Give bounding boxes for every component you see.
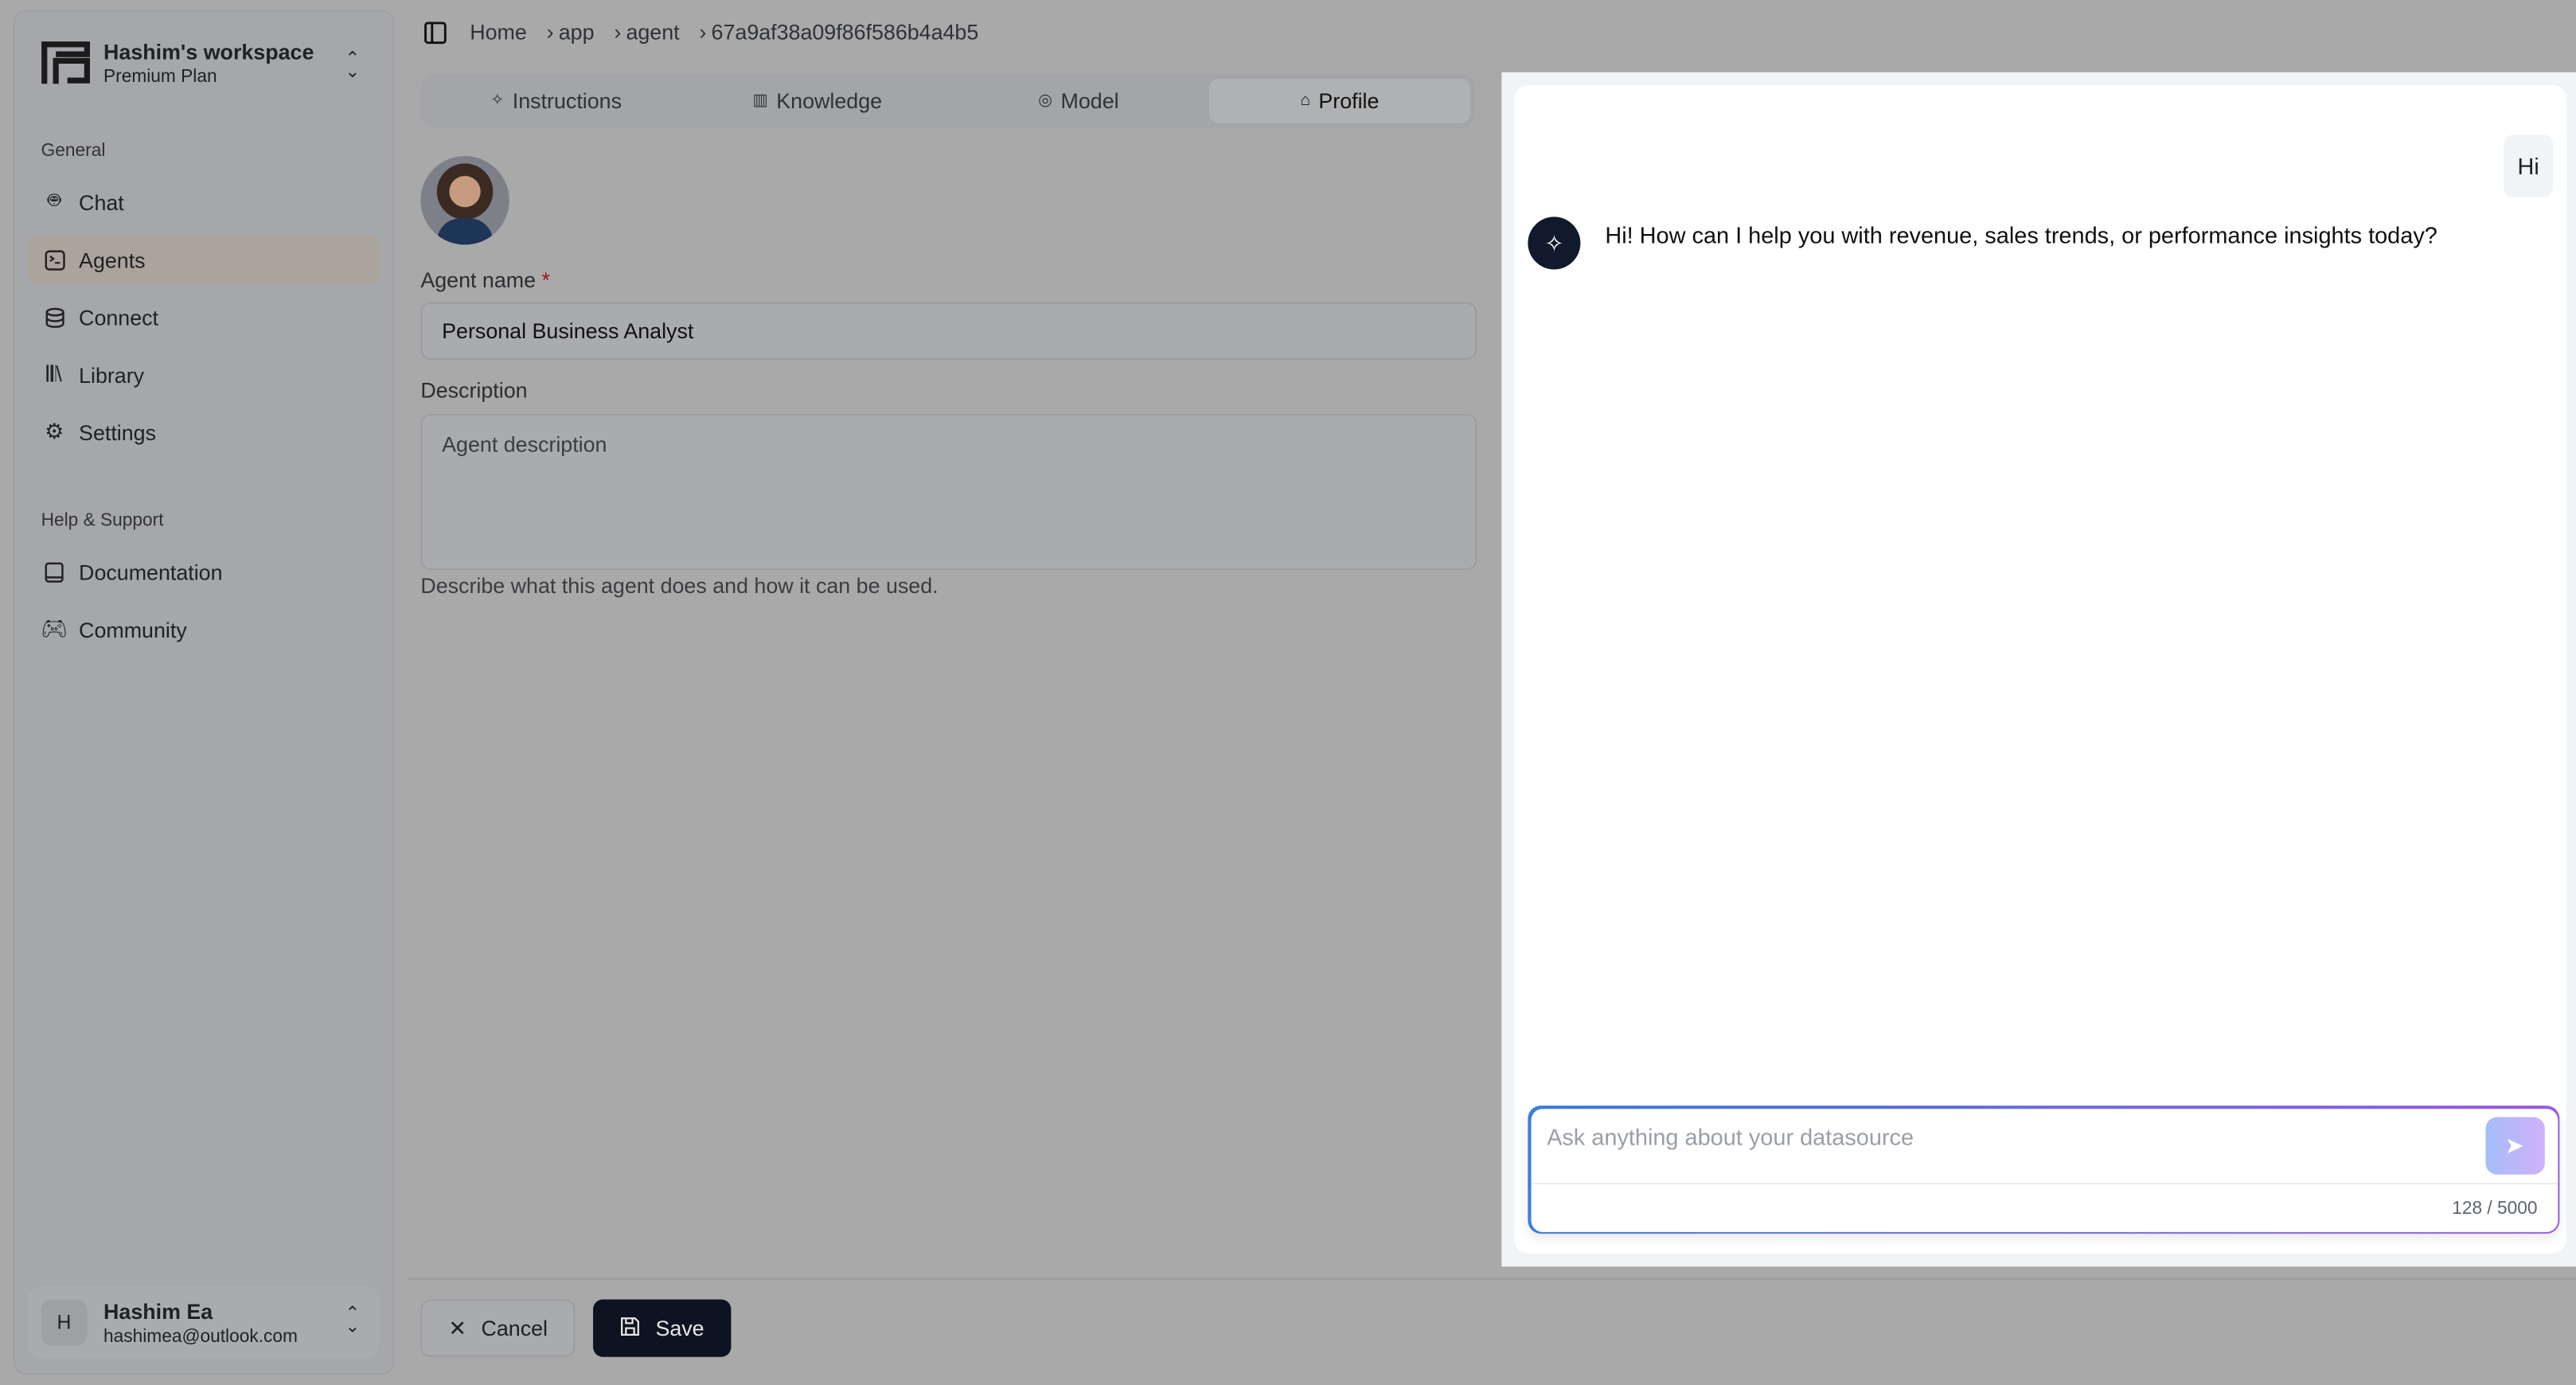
description-textarea[interactable]: Agent description	[420, 414, 1477, 571]
section-general: General	[41, 141, 106, 162]
save-icon	[619, 1315, 641, 1341]
send-button[interactable]: ➤	[2484, 1116, 2544, 1174]
workspace-name: Hashim's workspace	[103, 38, 314, 64]
tab-profile[interactable]: ⌂ Profile	[1208, 79, 1471, 123]
tab-label: Instructions	[512, 88, 623, 114]
description-label: Description	[420, 377, 528, 403]
tab-label: Profile	[1318, 88, 1380, 114]
database-icon	[43, 306, 66, 329]
agent-avatar-image[interactable]	[420, 156, 509, 245]
sidebar-item-connect[interactable]: Connect	[28, 292, 380, 341]
breadcrumb: Home › app › agent › 67a9af38a09f86f586b4a4…	[423, 20, 998, 45]
sidebar-item-library[interactable]: 𝄃𝄃\ Library	[28, 350, 380, 400]
tab-instructions[interactable]: ✧ Instructions	[426, 79, 687, 123]
chevrons-up-down-icon[interactable]: ⌃ ⌄	[345, 50, 360, 81]
breadcrumb-agent[interactable]: agent	[626, 20, 679, 45]
sidebar-item-chat[interactable]: 🤖︎ Chat	[28, 178, 380, 227]
user-name: Hashim Ea	[103, 1298, 213, 1324]
assistant-message: Hi! How can I help you with revenue, sal…	[1605, 221, 2437, 248]
required-mark: *	[541, 267, 550, 293]
sidebar-item-settings[interactable]: ⚙ Settings	[28, 408, 380, 457]
workspace-plan: Premium Plan	[103, 66, 217, 87]
sidebar-item-documentation[interactable]: Documentation	[28, 547, 380, 596]
tab-model[interactable]: ◎ Model	[948, 79, 1209, 123]
chat-input[interactable]	[1543, 1121, 2470, 1151]
breadcrumb-id: 67a9af38a09f86f586b4a4b5	[711, 19, 979, 45]
sparkles-icon: ✧	[490, 92, 505, 111]
description-hint: Describe what this agent does and how it…	[420, 573, 939, 599]
user-message: Hi	[2504, 135, 2554, 197]
model-icon: ◎	[1038, 92, 1053, 111]
tab-label: Knowledge	[776, 88, 883, 114]
breadcrumb-app[interactable]: app	[559, 20, 595, 45]
sidebar-item-label: Documentation	[79, 559, 223, 584]
tab-knowledge[interactable]: ▥ Knowledge	[687, 79, 948, 123]
sidebar-item-label: Chat	[79, 189, 124, 215]
close-icon: ✕	[448, 1315, 466, 1340]
book-open-icon: ▥	[752, 92, 768, 111]
agent-name-label: Agent name *	[420, 267, 550, 293]
sidebar-item-community[interactable]: 🎮︎ Community	[28, 604, 380, 653]
library-icon: 𝄃𝄃\	[46, 361, 62, 386]
character-counter: 128 / 5000	[2452, 1198, 2538, 1219]
sidebar-toggle-icon[interactable]	[423, 21, 447, 44]
send-icon: ➤	[2504, 1130, 2524, 1157]
sidebar-item-label: Community	[79, 616, 187, 642]
save-button[interactable]: Save	[593, 1299, 731, 1357]
chat-preview-panel: Hi ✧ Hi! How can I help you with revenue…	[1501, 72, 2576, 1267]
cancel-label: Cancel	[481, 1316, 548, 1341]
terminal-square-icon	[43, 248, 66, 271]
chat-composer: ➤ 128 / 5000	[1528, 1105, 2560, 1234]
bot-icon: ⌂	[1300, 92, 1311, 111]
gamepad-icon: 🎮︎	[41, 615, 68, 641]
workspace-logo	[41, 41, 90, 84]
workspace-switcher[interactable]: Hashim's workspace Premium Plan	[41, 37, 314, 87]
user-menu[interactable]: H Hashim Ea hashimea@outlook.com ⌃ ⌄	[28, 1286, 380, 1359]
gear-icon: ⚙	[45, 419, 64, 444]
chevrons-up-down-icon: ⌃ ⌄	[345, 1304, 361, 1337]
sidebar-item-agents[interactable]: Agents	[28, 235, 380, 285]
sparkles-icon: ✧	[1528, 217, 1581, 270]
bot-icon: 🤖︎	[48, 187, 61, 213]
breadcrumb-home[interactable]: Home	[470, 20, 527, 45]
book-icon	[43, 560, 66, 583]
sidebar-item-label: Connect	[79, 304, 158, 330]
composer-divider	[1530, 1181, 2558, 1184]
sidebar: Hashim's workspace Premium Plan ⌃ ⌄ Gener…	[13, 10, 395, 1375]
tab-label: Model	[1060, 88, 1119, 114]
sidebar-item-label: Settings	[79, 419, 157, 445]
sidebar-item-label: Agents	[79, 247, 146, 272]
section-help: Help & Support	[41, 510, 164, 531]
agent-name-input[interactable]: Personal Business Analyst	[420, 302, 1477, 360]
tab-bar: ✧ Instructions ▥ Knowledge ◎ Model ⌂ Profile	[420, 73, 1476, 128]
sidebar-item-label: Library	[79, 362, 145, 388]
save-label: Save	[655, 1316, 704, 1341]
cancel-button[interactable]: ✕ Cancel	[420, 1299, 576, 1357]
footer-divider	[407, 1278, 2576, 1280]
user-email: hashimea@outlook.com	[103, 1326, 298, 1347]
avatar: H	[41, 1299, 88, 1346]
